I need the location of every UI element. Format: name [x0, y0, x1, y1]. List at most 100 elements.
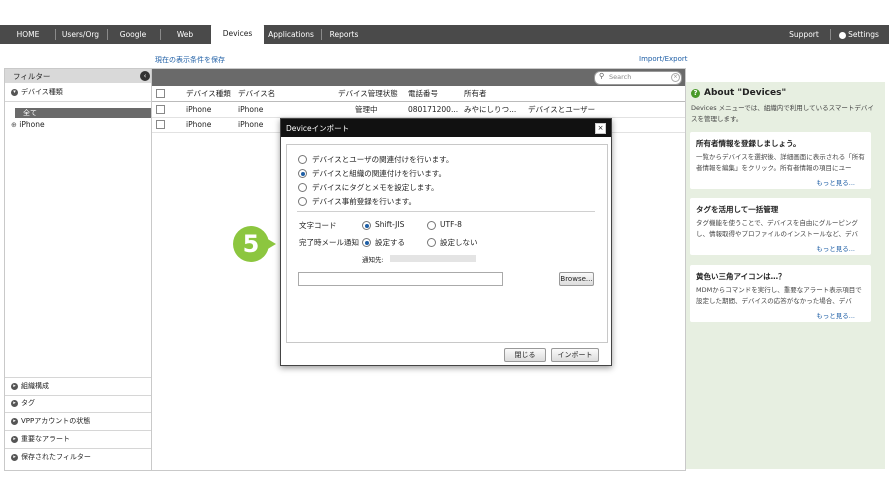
dialog-titlebar: Deviceインポート × [281, 119, 611, 137]
help-icon: ? [691, 89, 700, 98]
notify-on-label[interactable]: 設定する [375, 237, 405, 248]
charset-utf8-radio[interactable] [427, 221, 436, 230]
cell-status: 管理中 [355, 105, 378, 114]
section-label: 重要なアラート [21, 435, 70, 443]
filter-item-all[interactable]: 全て [15, 108, 152, 118]
col-header-owner[interactable]: 所有者 [464, 86, 487, 101]
nav-divider [321, 29, 322, 40]
option-user-relation-radio[interactable] [298, 155, 307, 164]
notify-off-label[interactable]: 設定しない [440, 237, 478, 248]
cell-device-type: iPhone [186, 120, 212, 129]
more-link[interactable]: もっと見る... [816, 310, 855, 320]
settings-link[interactable]: Settings [836, 25, 882, 44]
option-preregister-radio[interactable] [298, 197, 307, 206]
charset-sjis-radio[interactable] [362, 221, 371, 230]
tip-card-owner: 所有者情報を登録しましょう。 一覧からデバイスを選択後、詳細画面に表示される「所… [690, 132, 871, 189]
tip-card-tag: タグを活用して一括管理 タグ機能を使うことで、デバイスを自由にグルーピングし、情… [690, 198, 871, 255]
cell-relation: デバイスとユーザー [528, 105, 596, 114]
option-tag-memo-label[interactable]: デバイスにタグとメモを設定します。 [312, 182, 439, 193]
row-checkbox[interactable] [156, 105, 165, 114]
cell-device-type: iPhone [186, 105, 212, 114]
tip-card-alert: 黄色い三角アイコンは…？ MDMからコマンドを実行し、重要なアラート表示項目で設… [690, 265, 871, 322]
filter-header: フィルター ‹ [5, 69, 152, 83]
dialog-title: Deviceインポート [286, 124, 350, 133]
charset-utf8-label[interactable]: UTF-8 [440, 220, 462, 229]
card-text: MDMからコマンドを実行し、重要なアラート表示項目で設定した期間、デバイスの応答… [696, 286, 862, 305]
tab-applications[interactable]: Applications [266, 25, 316, 44]
card-text: タグ機能を使うことで、デバイスを自由にグルーピングし、情報取得やプロファイルのイ… [696, 219, 859, 238]
option-org-relation-radio[interactable] [298, 169, 307, 178]
charset-label: 文字コード [299, 221, 337, 230]
filter-panel: フィルター ‹ ▾ デバイス種類 全て ⊕ iPhone ▸ 組織構成 ▸ タグ ▸ V… [4, 68, 153, 471]
filter-item-label: iPhone [19, 120, 45, 129]
step-number-badge: 5 [233, 226, 269, 262]
divider [297, 211, 595, 212]
more-link[interactable]: もっと見る... [816, 177, 855, 187]
cell-device-name: iPhone [238, 120, 264, 129]
chevron-right-icon: ▸ [11, 435, 18, 443]
option-user-relation-label[interactable]: デバイスとユーザの関連付けを行います。 [312, 154, 453, 165]
device-type-section[interactable]: ▾ デバイス種類 [5, 84, 152, 102]
chevron-right-icon: ▸ [11, 382, 18, 390]
close-icon[interactable]: × [595, 123, 606, 134]
col-header-device-name[interactable]: デバイス名 [238, 86, 275, 101]
tab-web-access[interactable]: Web Access [163, 25, 207, 58]
col-header-phone[interactable]: 電話番号 [408, 86, 438, 101]
tab-google-apps[interactable]: Google Apps [110, 25, 156, 58]
col-header-device-type[interactable]: デバイス種類 [186, 86, 231, 101]
device-type-label: デバイス種類 [21, 88, 63, 96]
clear-search-icon[interactable]: × [671, 73, 680, 82]
option-org-relation-label[interactable]: デバイスと組織の関連付けを行います。 [312, 168, 446, 179]
card-text: 一覧からデバイスを選択後、詳細画面に表示される「所有者情報を編集」をクリック。所… [696, 153, 865, 172]
collapse-icon[interactable]: ‹ [140, 71, 150, 81]
tab-reports[interactable]: Reports [325, 25, 363, 44]
notify-on-radio[interactable] [362, 238, 371, 247]
browse-button[interactable]: Browse... [559, 272, 594, 286]
tag-section[interactable]: ▸ タグ [5, 395, 152, 413]
close-button[interactable]: 閉じる [504, 348, 546, 362]
nav-divider [830, 29, 831, 40]
notify-label: 完了時メール通知 [299, 238, 359, 247]
support-link[interactable]: Support [785, 25, 823, 44]
search-placeholder: Search [609, 73, 632, 81]
card-title: 黄色い三角アイコンは…？ [696, 272, 786, 281]
option-tag-memo-radio[interactable] [298, 183, 307, 192]
more-link[interactable]: もっと見る... [816, 243, 855, 253]
filter-item-iphone[interactable]: ⊕ iPhone [11, 120, 45, 129]
save-view-link[interactable]: 現在の表示条件を保存 [155, 55, 225, 65]
cell-phone: 080171200... [408, 105, 459, 114]
section-label: VPPアカウントの状態 [21, 417, 91, 425]
settings-label: Settings [848, 30, 879, 39]
notify-to-label: 通知先: [362, 256, 384, 264]
notify-off-radio[interactable] [427, 238, 436, 247]
section-label: タグ [21, 399, 35, 407]
about-panel: ? About "Devices" Devices メニューでは、組織内で利用し… [686, 82, 885, 469]
tab-devices[interactable]: Devices [211, 24, 264, 44]
row-checkbox[interactable] [156, 120, 165, 129]
section-label: 保存されたフィルター [21, 453, 91, 461]
import-button[interactable]: インポート [551, 348, 599, 362]
option-preregister-label[interactable]: デバイス事前登録を行います。 [312, 196, 416, 207]
plus-circle-icon: ⊕ [11, 121, 17, 129]
chevron-right-icon: ▸ [11, 453, 18, 461]
chevron-down-icon: ▾ [11, 88, 18, 96]
saved-filter-section[interactable]: ▸ 保存されたフィルター [5, 449, 152, 466]
table-row[interactable]: iPhone iPhone 管理中 080171200... みやにしりつ...… [152, 102, 685, 118]
tab-users-org[interactable]: Users/Org [58, 25, 103, 44]
search-input[interactable]: ⚲ Search × [594, 71, 682, 85]
chevron-right-icon: ▸ [11, 399, 18, 407]
important-alert-section[interactable]: ▸ 重要なアラート [5, 431, 152, 449]
cell-device-name: iPhone [238, 105, 264, 114]
select-all-checkbox[interactable] [156, 89, 165, 98]
charset-sjis-label[interactable]: Shift-JIS [375, 220, 404, 229]
about-intro: Devices メニューでは、組織内で利用しているスマートデバイスを管理します。 [691, 104, 874, 123]
col-header-management-status[interactable]: デバイス管理状態 [338, 86, 398, 101]
vpp-status-section[interactable]: ▸ VPPアカウントの状態 [5, 413, 152, 431]
import-export-link[interactable]: Import/Export [639, 55, 688, 63]
org-structure-section[interactable]: ▸ 組織構成 [5, 377, 152, 396]
file-path-input[interactable] [298, 272, 503, 286]
tab-home[interactable]: HOME [8, 25, 48, 44]
search-icon: ⚲ [599, 72, 605, 80]
nav-divider [107, 29, 108, 40]
section-label: 組織構成 [21, 382, 49, 390]
